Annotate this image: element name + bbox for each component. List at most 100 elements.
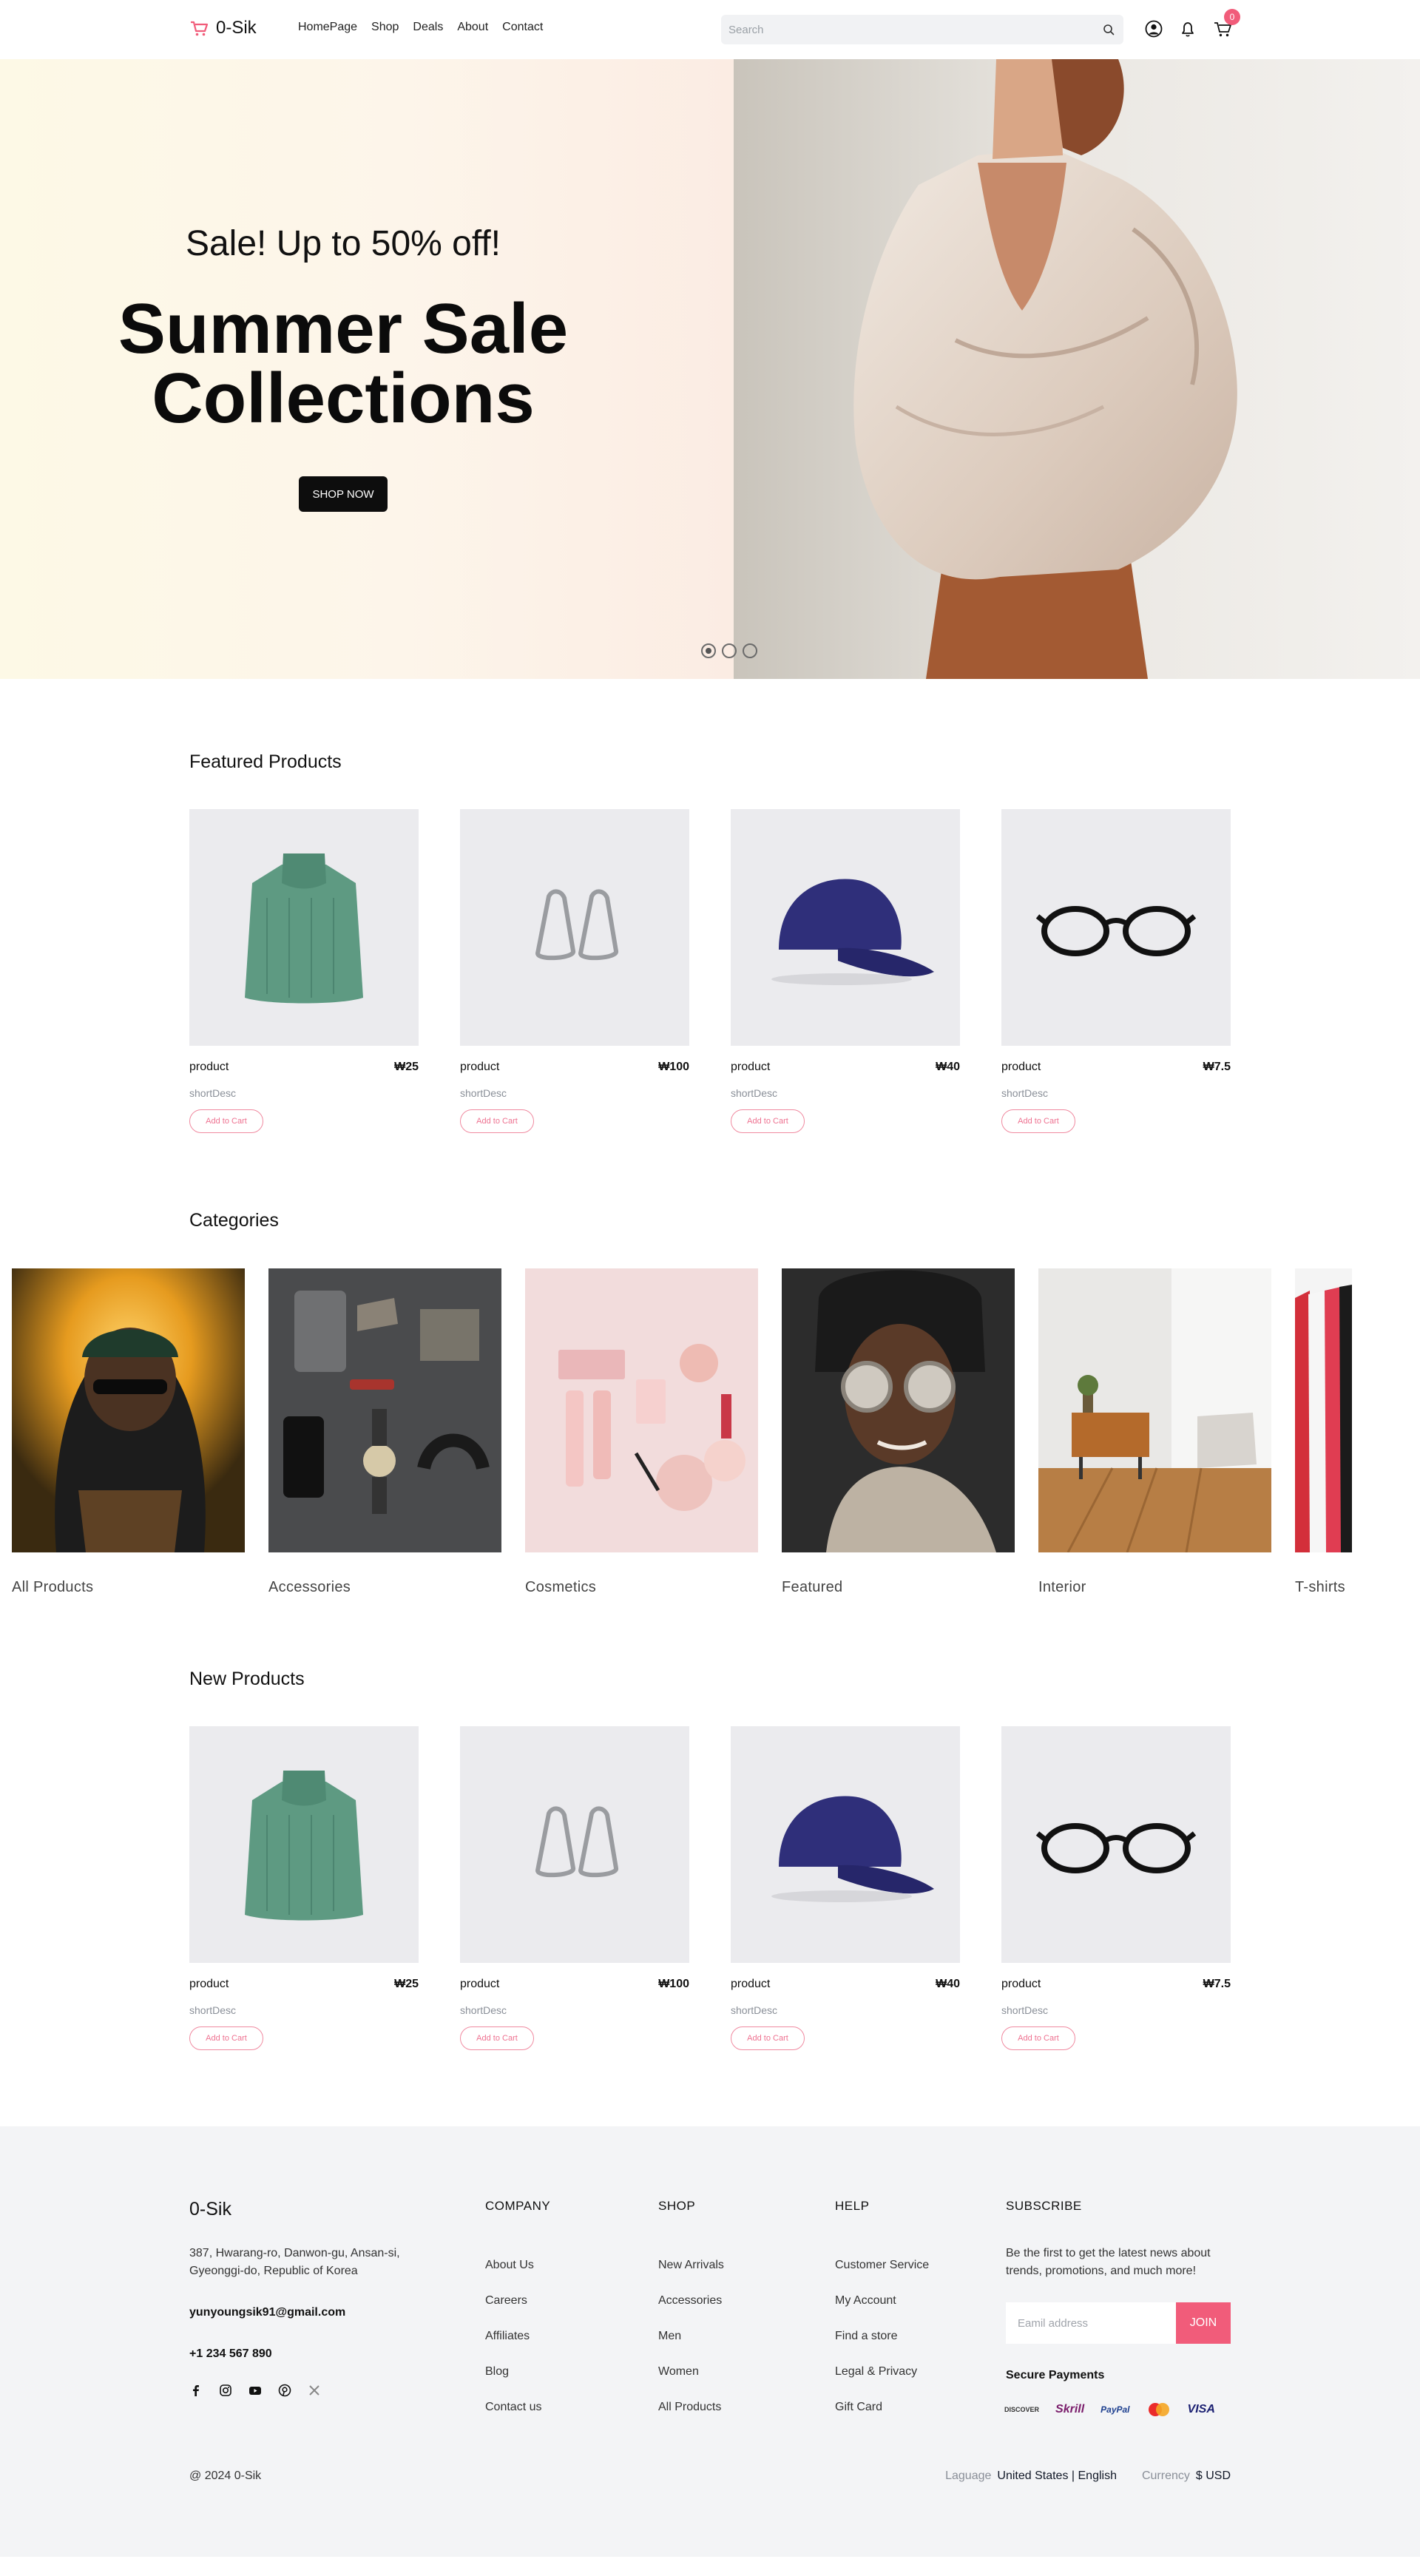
instagram-icon[interactable] [219,2384,232,2397]
product-image-glasses[interactable] [1001,809,1231,1046]
category-tshirts[interactable]: T-shirts [1295,1268,1352,1596]
join-button[interactable]: JOIN [1176,2302,1231,2344]
add-to-cart-button[interactable]: Add to Cart [460,1109,534,1133]
category-all-products[interactable]: All Products [12,1268,245,1596]
product-name[interactable]: product [460,1061,499,1074]
site-header: 0-Sik HomePage Shop Deals About Contact … [0,0,1420,59]
search-icon[interactable] [1103,24,1115,36]
shop-now-button[interactable]: SHOP NOW [299,476,388,512]
sweater-icon [245,1771,363,1921]
product-name[interactable]: product [189,1978,229,1991]
x-icon[interactable] [308,2384,321,2397]
pinterest-icon[interactable] [278,2384,291,2397]
footer-link-men[interactable]: Men [658,2330,724,2365]
category-image[interactable] [782,1268,1015,1552]
add-to-cart-button[interactable]: Add to Cart [731,2026,805,2050]
add-to-cart-button[interactable]: Add to Cart [460,2026,534,2050]
categories-list: All Products Accessories Cosmetics Featu… [12,1268,1352,1596]
product-image-sweater[interactable] [189,809,419,1046]
add-to-cart-button[interactable]: Add to Cart [1001,2026,1075,2050]
footer-link-customer-service[interactable]: Customer Service [835,2259,929,2294]
email-field[interactable] [1006,2302,1176,2344]
currency-selector[interactable]: $ USD [1196,2469,1231,2483]
footer-link-careers[interactable]: Careers [485,2294,550,2330]
nav-deals[interactable]: Deals [413,21,443,34]
category-accessories[interactable]: Accessories [268,1268,501,1596]
footer-link-affiliates[interactable]: Affiliates [485,2330,550,2365]
footer-link-gift-card[interactable]: Gift Card [835,2401,929,2436]
footer-link-find-a-store[interactable]: Find a store [835,2330,929,2365]
facebook-icon[interactable] [189,2384,203,2397]
product-image-sweater[interactable] [189,1726,419,1963]
category-interior[interactable]: Interior [1038,1268,1271,1596]
nav-about[interactable]: About [457,21,488,34]
product-price: ₩40 [936,1978,960,1990]
language-selector[interactable]: United States | English [997,2469,1117,2483]
category-label[interactable]: Interior [1038,1579,1271,1596]
category-label[interactable]: Cosmetics [525,1579,758,1596]
footer-link-accessories[interactable]: Accessories [658,2294,724,2330]
product-card[interactable]: product ₩25 shortDesc Add to Cart [189,1726,419,2050]
product-image-earrings[interactable] [460,1726,689,1963]
nav-homepage[interactable]: HomePage [298,21,357,34]
product-name[interactable]: product [1001,1061,1041,1074]
footer-link-all-products[interactable]: All Products [658,2401,724,2436]
footer-email[interactable]: yunyoungsik91@gmail.com [189,2306,345,2319]
product-card[interactable]: product ₩7.5 shortDesc Add to Cart [1001,1726,1231,2050]
footer-company-title: COMPANY [485,2199,551,2213]
category-image[interactable] [1295,1268,1352,1552]
category-label[interactable]: Accessories [268,1579,501,1596]
category-label[interactable]: All Products [12,1579,245,1596]
category-image[interactable] [1038,1268,1271,1552]
add-to-cart-button[interactable]: Add to Cart [189,2026,263,2050]
product-card[interactable]: product ₩25 shortDesc Add to Cart [189,809,419,1133]
category-image[interactable] [268,1268,501,1552]
product-price: ₩40 [936,1061,960,1073]
footer-link-blog[interactable]: Blog [485,2365,550,2401]
category-image[interactable] [12,1268,245,1552]
nav-shop[interactable]: Shop [371,21,399,34]
user-account-icon[interactable] [1144,19,1163,38]
product-image-glasses[interactable] [1001,1726,1231,1963]
carousel-dot-3[interactable] [743,643,757,658]
product-price: ₩100 [658,1978,689,1990]
product-image-cap[interactable] [731,809,960,1046]
carousel-dot-1[interactable] [701,643,716,658]
footer-link-women[interactable]: Women [658,2365,724,2401]
product-name[interactable]: product [460,1978,499,1991]
footer-link-about-us[interactable]: About Us [485,2259,550,2294]
add-to-cart-button[interactable]: Add to Cart [1001,1109,1075,1133]
category-cosmetics[interactable]: Cosmetics [525,1268,758,1596]
product-card[interactable]: product ₩7.5 shortDesc Add to Cart [1001,809,1231,1133]
category-label[interactable]: Featured [782,1579,1015,1596]
categories-title: Categories [189,1210,279,1231]
footer-link-legal-privacy[interactable]: Legal & Privacy [835,2365,929,2401]
footer-link-new-arrivals[interactable]: New Arrivals [658,2259,724,2294]
language-label: Laguage [945,2469,992,2482]
category-image[interactable] [525,1268,758,1552]
brand-logo[interactable]: 0-Sik [189,18,257,38]
earrings-icon [535,889,618,961]
product-name[interactable]: product [731,1978,770,1991]
footer-phone[interactable]: +1 234 567 890 [189,2347,272,2361]
category-label[interactable]: T-shirts [1295,1579,1352,1596]
product-card[interactable]: product ₩100 shortDesc Add to Cart [460,809,689,1133]
carousel-dot-2[interactable] [722,643,737,658]
add-to-cart-button[interactable]: Add to Cart [731,1109,805,1133]
product-name[interactable]: product [731,1061,770,1074]
product-name[interactable]: product [189,1061,229,1074]
search-input[interactable] [721,15,1091,44]
footer-link-contact-us[interactable]: Contact us [485,2401,550,2436]
product-name[interactable]: product [1001,1978,1041,1991]
product-card[interactable]: product ₩40 shortDesc Add to Cart [731,809,960,1133]
product-image-earrings[interactable] [460,809,689,1046]
footer-link-my-account[interactable]: My Account [835,2294,929,2330]
youtube-icon[interactable] [248,2384,262,2397]
category-featured[interactable]: Featured [782,1268,1015,1596]
product-card[interactable]: product ₩100 shortDesc Add to Cart [460,1726,689,2050]
add-to-cart-button[interactable]: Add to Cart [189,1109,263,1133]
nav-contact[interactable]: Contact [502,21,543,34]
bell-icon[interactable] [1178,19,1197,38]
product-image-cap[interactable] [731,1726,960,1963]
product-card[interactable]: product ₩40 shortDesc Add to Cart [731,1726,960,2050]
